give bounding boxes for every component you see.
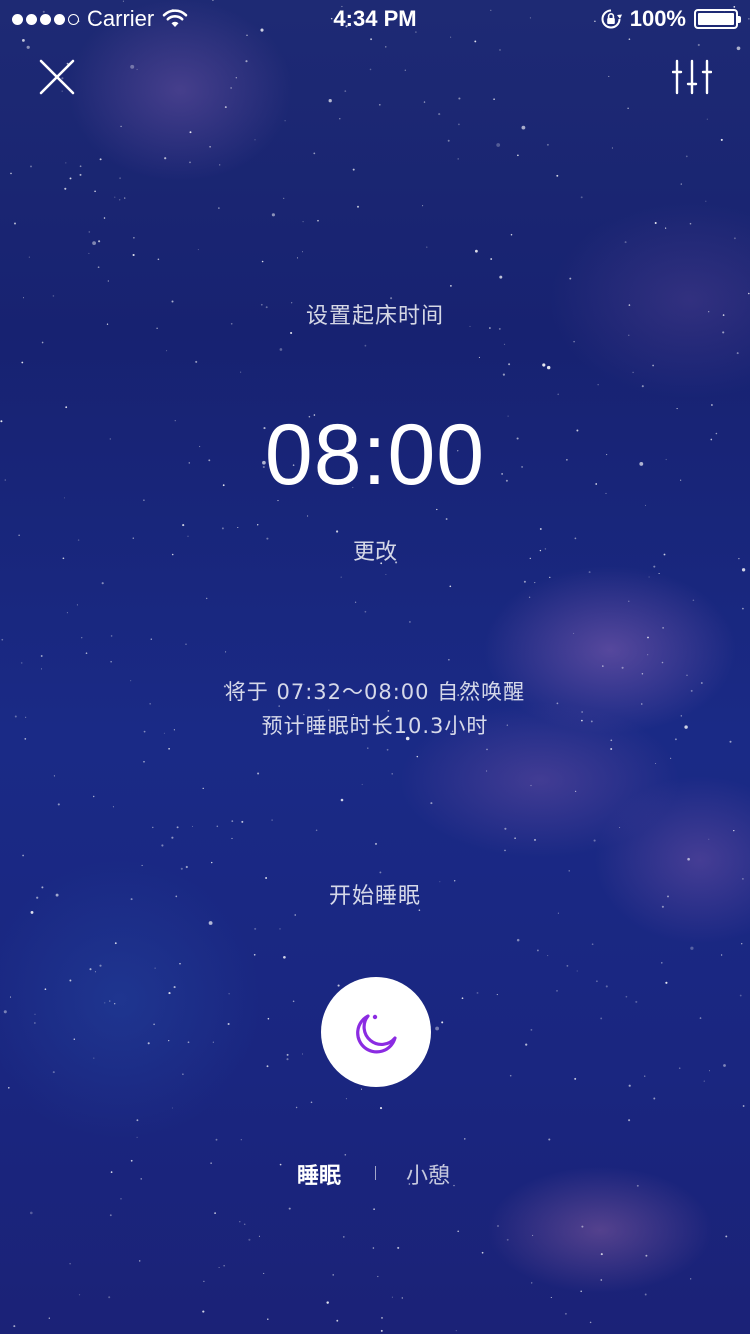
moon-icon xyxy=(356,1014,397,1054)
battery-fill xyxy=(698,13,734,25)
battery-percentage: 100% xyxy=(629,6,686,31)
alarm-time[interactable]: 08:00 xyxy=(0,406,750,505)
starfield-background xyxy=(0,0,750,1332)
set-wake-time-title: 设置起床时间 xyxy=(305,304,444,329)
tab-nap[interactable]: 小憩 xyxy=(406,1158,450,1190)
status-bar-right: 100% xyxy=(600,6,741,32)
start-sleep-label: 开始睡眠 xyxy=(328,884,421,909)
close-icon xyxy=(39,59,75,95)
tab-divider xyxy=(375,1166,376,1180)
mode-tabs: 睡眠 小憩 xyxy=(0,1158,750,1194)
wake-window-text: 将于 07:32～08:00 自然唤醒 xyxy=(224,680,526,704)
settings-button[interactable] xyxy=(671,58,713,96)
sliders-icon xyxy=(671,59,713,95)
change-time-container: 更改 xyxy=(0,534,750,566)
sleep-screen: Carrier 4:34 PM 100% 设置起床时间 08:00 更改 将于 … xyxy=(0,0,750,1334)
rotation-lock-icon xyxy=(601,9,622,29)
tab-sleep[interactable]: 睡眠 xyxy=(297,1158,341,1190)
battery-icon xyxy=(694,9,741,29)
change-time-link[interactable]: 更改 xyxy=(353,540,397,565)
close-button[interactable] xyxy=(38,58,76,96)
status-bar: Carrier 4:34 PM 100% xyxy=(0,0,750,40)
estimated-duration-text: 预计睡眠时长10.3小时 xyxy=(261,714,489,738)
start-sleep-button[interactable] xyxy=(321,977,431,1087)
